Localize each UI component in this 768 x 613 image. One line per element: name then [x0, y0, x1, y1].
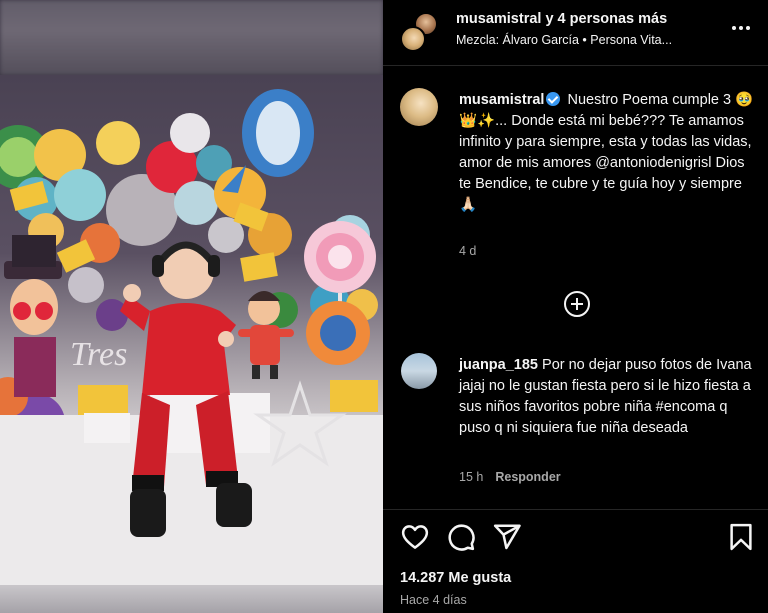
post-date: Hace 4 días [400, 593, 467, 607]
heart-icon [401, 525, 429, 549]
post-photo-pane: Tres [0, 0, 383, 613]
post-authors[interactable]: musamistral y 4 personas más [456, 11, 667, 27]
caption-timestamp[interactable]: 4 d [459, 244, 476, 258]
avatar [400, 26, 426, 52]
tres-lettering: Tres [70, 336, 127, 373]
post-caption: musamistral Nuestro Poema cumple 3 🥹👑✨..… [459, 90, 759, 216]
likes-count[interactable]: 14.287 Me gusta [400, 570, 511, 586]
plus-circle-icon[interactable] [564, 291, 590, 317]
bookmark-icon [730, 523, 752, 551]
post-header: musamistral y 4 personas más Mezcla: Álv… [383, 0, 768, 66]
more-options-button[interactable] [727, 16, 755, 40]
comment-timestamp: 15 h [459, 470, 484, 484]
photo-blur-top [0, 0, 383, 75]
comment: juanpa_185 Por no dejar puso fotos de Iv… [459, 355, 759, 439]
collab-avatars[interactable] [400, 12, 440, 52]
share-button[interactable] [492, 522, 522, 552]
party-photo-illustration: Tres [0, 89, 383, 585]
caption-mention[interactable]: @antoniodenigrisl [595, 155, 711, 171]
avatar[interactable] [401, 353, 437, 389]
more-horizontal-icon [732, 26, 736, 30]
comment-username[interactable]: juanpa_185 [459, 357, 538, 373]
like-button[interactable] [400, 522, 430, 552]
send-icon [493, 524, 521, 550]
post-details-panel: musamistral y 4 personas más Mezcla: Álv… [383, 0, 768, 613]
comment-button[interactable] [446, 522, 476, 552]
audio-track[interactable]: Mezcla: Álvaro García • Persona Vita... [456, 33, 672, 47]
post-photo[interactable]: Tres [0, 75, 383, 585]
divider [383, 509, 768, 510]
comment-icon [448, 524, 475, 551]
photo-blur-bottom [0, 585, 383, 613]
reply-button[interactable]: Responder [495, 470, 560, 484]
save-button[interactable] [726, 522, 756, 552]
avatar[interactable] [400, 88, 438, 126]
verified-badge-icon [546, 92, 561, 106]
comment-meta: 15 h Responder [459, 470, 561, 484]
caption-username[interactable]: musamistral [459, 92, 544, 108]
